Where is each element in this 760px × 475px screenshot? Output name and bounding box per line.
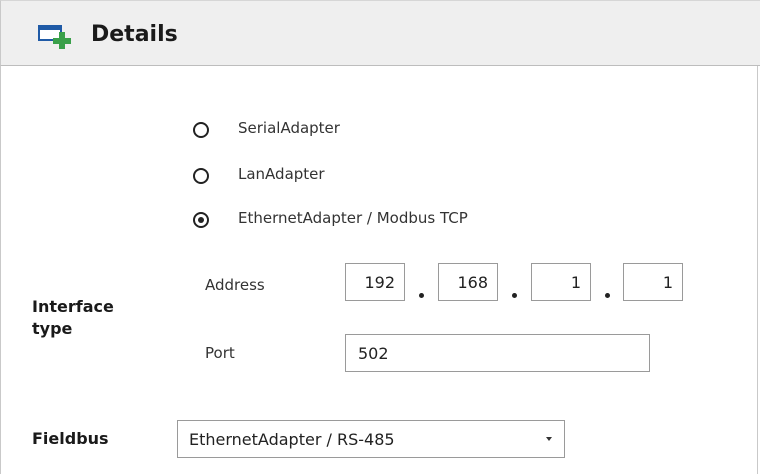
chevron-down-icon <box>546 437 552 441</box>
radio-lan-adapter[interactable] <box>193 168 209 184</box>
radio-serial-adapter[interactable] <box>193 122 209 138</box>
address-octet-1[interactable]: 192 <box>345 263 405 301</box>
add-window-icon <box>38 25 74 49</box>
port-input[interactable]: 502 <box>345 334 650 372</box>
address-separator <box>605 293 610 298</box>
address-separator <box>512 293 517 298</box>
address-separator <box>419 293 424 298</box>
radio-label-ethernet-adapter[interactable]: EthernetAdapter / Modbus TCP <box>238 209 468 227</box>
radio-ethernet-adapter[interactable] <box>193 212 209 228</box>
details-panel <box>0 0 758 474</box>
address-label: Address <box>205 276 265 294</box>
address-octet-4[interactable]: 1 <box>623 263 683 301</box>
address-octet-2[interactable]: 168 <box>438 263 498 301</box>
interface-type-label: Interface type <box>32 297 114 338</box>
radio-selected-dot <box>198 217 204 223</box>
page-title: Details <box>91 22 178 47</box>
fieldbus-select[interactable]: EthernetAdapter / RS-485 <box>177 420 565 458</box>
radio-label-serial-adapter[interactable]: SerialAdapter <box>238 119 340 137</box>
port-label: Port <box>205 344 235 362</box>
fieldbus-label: Fieldbus <box>32 429 109 448</box>
radio-label-lan-adapter[interactable]: LanAdapter <box>238 165 325 183</box>
fieldbus-selected-value: EthernetAdapter / RS-485 <box>189 429 395 449</box>
address-octet-3[interactable]: 1 <box>531 263 591 301</box>
details-header: Details <box>0 0 760 66</box>
